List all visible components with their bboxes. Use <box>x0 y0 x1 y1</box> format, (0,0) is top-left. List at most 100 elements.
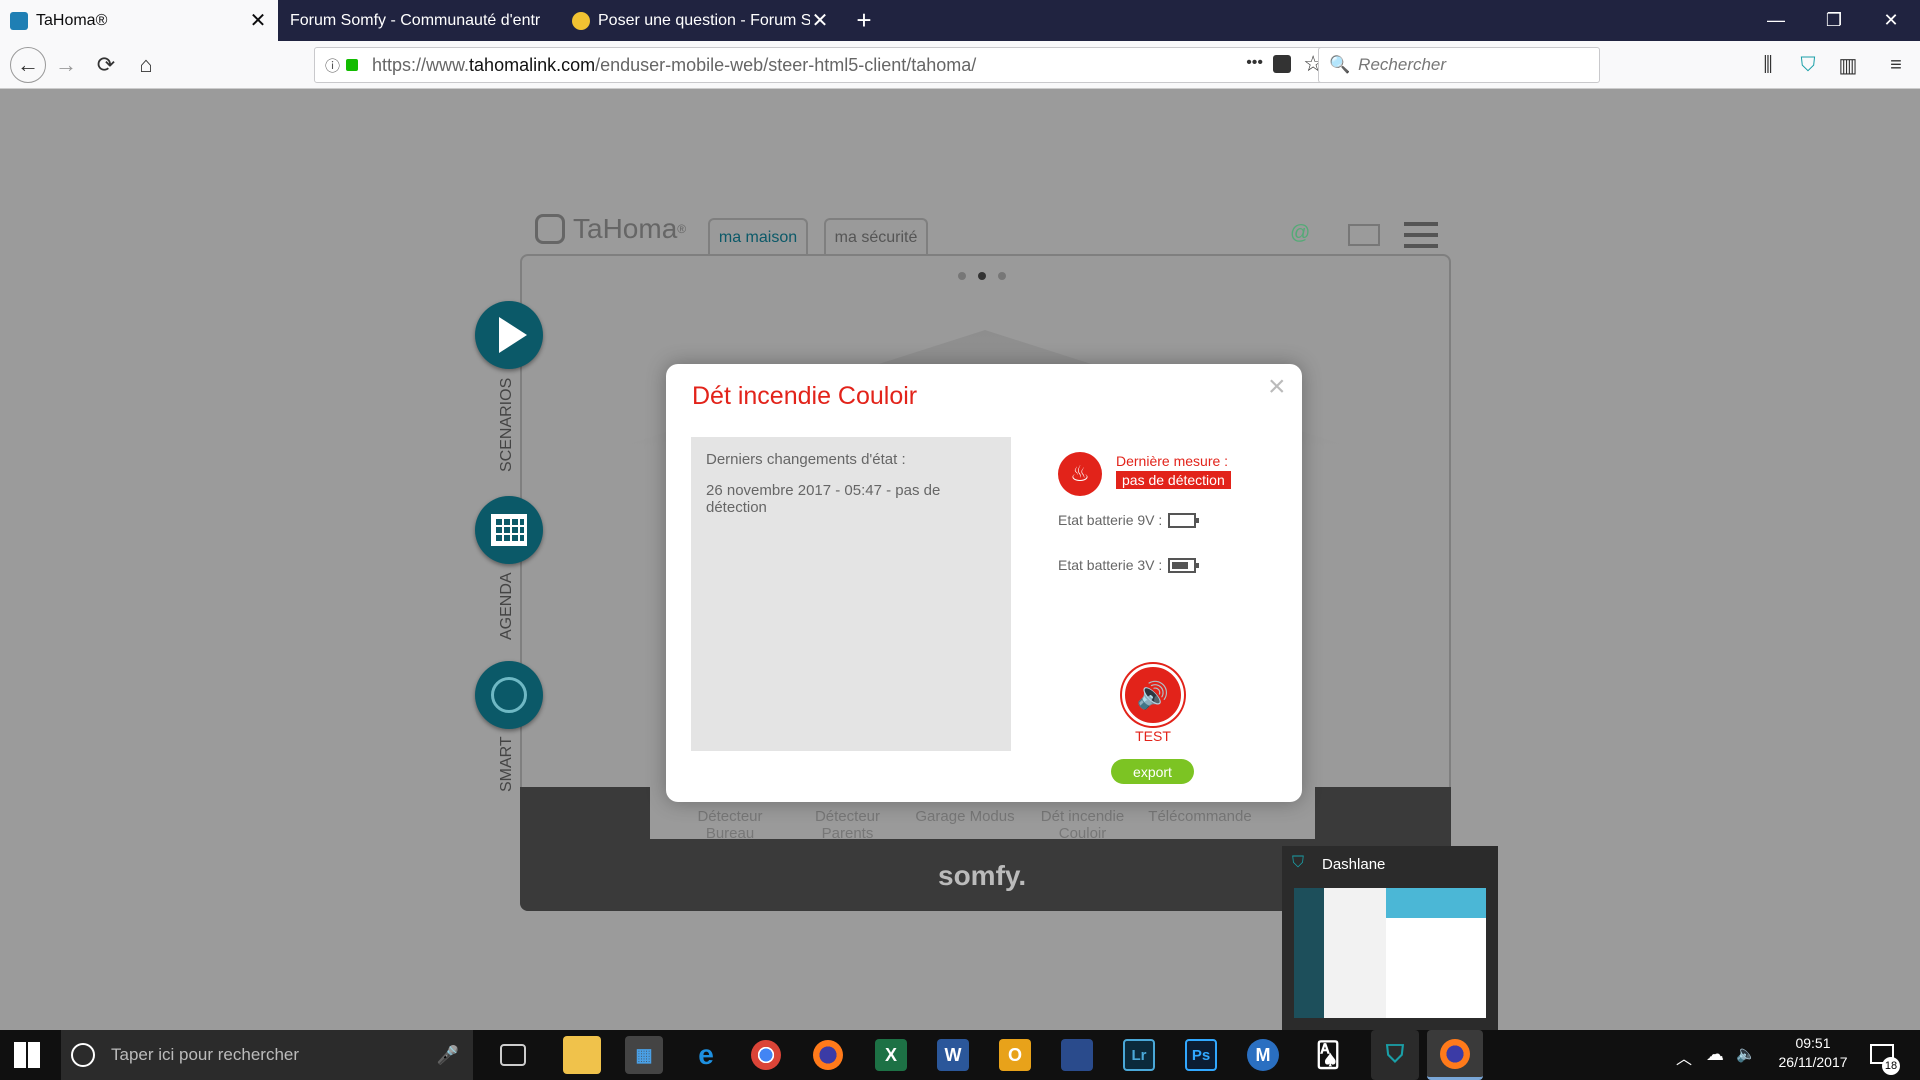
clock[interactable]: 09:51 26/11/2017 <box>1768 1035 1858 1070</box>
tahoma-favicon-icon <box>10 11 28 30</box>
battery-full-icon <box>1168 557 1200 573</box>
tab-label: Forum Somfy - Communauté d'entr <box>290 11 541 29</box>
close-tab-icon[interactable]: ✕ <box>810 8 830 33</box>
tray-chevron-icon[interactable]: ︿ <box>1676 1045 1692 1069</box>
battery-3v-row: Etat batterie 3V : <box>1058 557 1200 573</box>
search-icon: 🔍 <box>1329 55 1351 74</box>
lightroom-icon[interactable]: Lr <box>1123 1039 1155 1071</box>
test-label: TEST <box>1135 728 1171 744</box>
store-icon[interactable]: ▦ <box>625 1036 663 1074</box>
outlook-icon[interactable]: O <box>999 1039 1031 1071</box>
microphone-icon[interactable]: 🎤 <box>437 1045 459 1066</box>
dashlane-thumbnail <box>1294 888 1486 1018</box>
home-icon[interactable]: ⌂ <box>130 49 162 81</box>
firefox-icon[interactable] <box>813 1040 843 1070</box>
state-history-panel: Derniers changements d'état : 26 novembr… <box>691 437 1011 751</box>
volume-icon[interactable]: 🔈 <box>1736 1044 1756 1064</box>
device-item[interactable]: Dét incendie Couloir <box>1028 808 1138 842</box>
chrome-icon[interactable] <box>751 1040 781 1070</box>
device-item[interactable]: Détecteur Bureau <box>675 808 785 842</box>
device-item[interactable]: Télécommande <box>1145 808 1255 842</box>
device-item[interactable]: Garage Modus <box>910 808 1020 842</box>
close-window-icon[interactable]: ✕ <box>1862 0 1920 41</box>
url-scheme: https://www. <box>372 54 470 75</box>
tab-ma-securite[interactable]: ma sécurité <box>824 218 928 255</box>
somfy-logo: somfy. <box>938 860 1027 891</box>
tab-poser-question[interactable]: Poser une question - Forum Sor ✕ <box>562 0 840 41</box>
clock-time: 09:51 <box>1795 1035 1831 1051</box>
firefox-active-icon[interactable] <box>1427 1030 1483 1080</box>
page-dot[interactable] <box>958 272 966 280</box>
url-path: /enduser-mobile-web/steer-html5-client/t… <box>595 54 977 75</box>
test-speaker-icon[interactable]: 🔊 <box>1122 664 1184 726</box>
page-actions-icon[interactable]: ••• <box>1246 54 1263 72</box>
info-icon[interactable]: ⓘ <box>325 55 340 76</box>
m-app-icon[interactable]: M <box>1247 1039 1279 1071</box>
modal-title: Dét incendie Couloir <box>692 382 918 410</box>
search-bar[interactable]: 🔍 Rechercher <box>1318 47 1600 83</box>
device-item[interactable]: Détecteur Parents <box>793 808 903 842</box>
word-icon[interactable]: W <box>937 1039 969 1071</box>
battery-empty-icon <box>1168 512 1200 528</box>
search-placeholder: Rechercher <box>1358 55 1447 74</box>
app-icon[interactable] <box>1061 1039 1093 1071</box>
history-title: Derniers changements d'état : <box>706 451 906 468</box>
edge-icon[interactable]: e <box>687 1036 725 1074</box>
logo-text: TaHoma <box>573 213 678 244</box>
smart-network-icon[interactable] <box>475 661 543 729</box>
agenda-calendar-icon[interactable] <box>475 496 543 564</box>
dashlane-shield-icon[interactable]: ⛉ <box>1792 49 1824 81</box>
tab-ma-maison[interactable]: ma maison <box>708 218 808 255</box>
cortana-icon <box>71 1043 95 1067</box>
last-measure-label: Dernière mesure : <box>1116 453 1229 469</box>
hamburger-menu-icon[interactable] <box>1404 222 1438 248</box>
menu-icon[interactable]: ≡ <box>1880 49 1912 81</box>
battery-9v-row: Etat batterie 9V : <box>1058 512 1200 528</box>
library-icon[interactable]: ⫼ <box>1752 49 1784 81</box>
tahoma-logo: TaHoma ® <box>535 213 686 245</box>
dashlane-shield-icon: ⛉ <box>1292 854 1305 871</box>
sidebar-icon[interactable]: ▥ <box>1832 49 1864 81</box>
windows-start-icon[interactable] <box>14 1042 40 1068</box>
taskbar-search[interactable]: Taper ici pour rechercher 🎤 <box>61 1030 473 1080</box>
history-entry: 26 novembre 2017 - 05:47 - pas de détect… <box>706 482 941 516</box>
tab-tahoma[interactable]: TaHoma® ✕ <box>0 0 278 41</box>
export-button[interactable]: export <box>1111 759 1194 784</box>
solitaire-icon[interactable]: 🂡 <box>1309 1036 1347 1074</box>
account-icon[interactable]: @ <box>1290 222 1310 245</box>
close-icon[interactable]: × <box>1268 370 1286 404</box>
back-arrow-icon[interactable]: ← <box>10 47 46 83</box>
dashlane-taskbar-icon[interactable]: ⛉ <box>1371 1030 1419 1080</box>
task-view-icon[interactable] <box>500 1044 526 1066</box>
mail-icon[interactable] <box>1348 224 1380 246</box>
browser-nav-bar: ← → ⟳ ⌂ ⓘ https://www. tahomalink.com/end… <box>0 41 1920 89</box>
pocket-icon[interactable] <box>1273 55 1291 73</box>
dashlane-preview-popup[interactable]: ⛉ Dashlane <box>1282 846 1498 1030</box>
new-tab-button[interactable]: + <box>850 0 878 41</box>
page-dots[interactable] <box>958 272 1006 280</box>
page-dot[interactable] <box>978 272 986 280</box>
tahoma-house-icon <box>535 214 565 244</box>
agenda-label: AGENDA <box>498 572 515 640</box>
page-dot[interactable] <box>998 272 1006 280</box>
close-tab-icon[interactable]: ✕ <box>248 8 268 33</box>
restore-icon[interactable]: ❐ <box>1805 0 1863 41</box>
url-bar[interactable]: ⓘ https://www. tahomalink.com/enduser-mob… <box>314 47 1334 83</box>
scenarios-play-icon[interactable] <box>475 301 543 369</box>
forward-arrow-icon[interactable]: → <box>50 49 82 81</box>
file-explorer-icon[interactable] <box>563 1036 601 1074</box>
tab-label: TaHoma® <box>36 11 108 29</box>
photoshop-icon[interactable]: Ps <box>1185 1039 1217 1071</box>
minimize-icon[interactable]: — <box>1747 0 1805 41</box>
url-domain: tahomalink.com <box>469 54 596 75</box>
reload-icon[interactable]: ⟳ <box>90 49 122 81</box>
tab-forum-somfy[interactable]: Forum Somfy - Communauté d'entr <box>280 0 558 41</box>
onedrive-icon[interactable]: ☁ <box>1706 1044 1724 1065</box>
scenarios-label: SCENARIOS <box>498 377 515 472</box>
lock-icon <box>346 59 359 71</box>
dashlane-title: Dashlane <box>1322 856 1386 873</box>
taskbar-search-placeholder: Taper ici pour rechercher <box>111 1045 300 1064</box>
device-list: Détecteur Bureau Détecteur Parents Garag… <box>675 808 1255 842</box>
battery-3v-label: Etat batterie 3V : <box>1058 557 1163 573</box>
excel-icon[interactable]: X <box>875 1039 907 1071</box>
